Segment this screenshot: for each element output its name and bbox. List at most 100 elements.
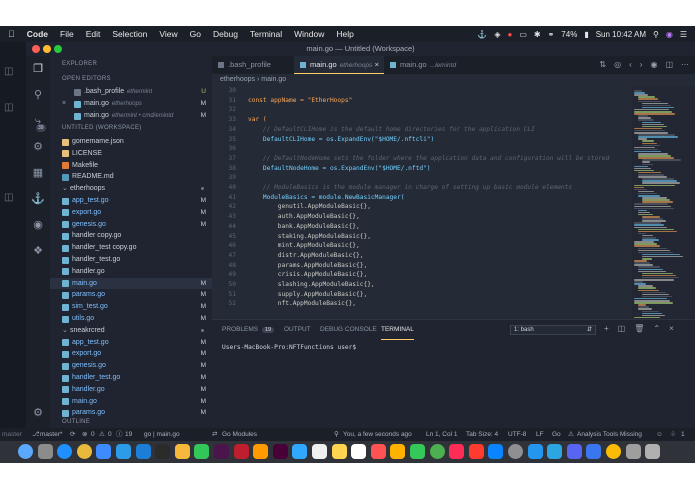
menu-selection[interactable]: Selection	[112, 29, 147, 39]
file-item[interactable]: genesis.go M	[50, 360, 212, 372]
minimap[interactable]	[632, 86, 695, 319]
terminal-prompt[interactable]: Users-MacBook-Pro:NFTFunctions user$	[222, 344, 356, 351]
tab-problems[interactable]: PROBLEMS 19	[222, 320, 275, 340]
tab-bash-profile[interactable]: .bash_profile	[212, 56, 294, 74]
menu-go[interactable]: Go	[190, 29, 201, 39]
dock-chrome-icon[interactable]	[76, 444, 92, 459]
next-change-icon[interactable]: ›	[640, 60, 643, 69]
apple-menu-icon[interactable]: 	[8, 29, 15, 39]
code-editor[interactable]: 30 31 const appName = "EtherHoops" 32 33 var …	[212, 86, 632, 319]
tab-debug-console[interactable]: DEBUG CONSOLE	[320, 320, 377, 340]
dock-slack-icon[interactable]	[214, 444, 229, 459]
dock-calendar-icon[interactable]	[370, 444, 386, 459]
git-blame[interactable]: You, a few seconds ago	[343, 428, 412, 441]
file-item[interactable]: handler copy.go	[50, 230, 212, 242]
go-modules[interactable]: Go Modules	[222, 428, 257, 441]
warnings-icon[interactable]: ⚠	[99, 428, 105, 441]
dock-preview-icon[interactable]	[625, 444, 641, 459]
tab-output[interactable]: OUTPUT	[284, 320, 311, 340]
end-of-line[interactable]: LF	[536, 428, 544, 441]
folder-etherhoops[interactable]: ⌄ etherhoops	[50, 183, 212, 195]
file-item[interactable]: app_test.go M	[50, 337, 212, 349]
battery-icon[interactable]: ▮	[584, 30, 588, 39]
file-item[interactable]: LICENSE	[50, 148, 212, 160]
dock-xd-icon[interactable]	[272, 444, 288, 459]
open-editor-item[interactable]: × main.go etherhoops M	[50, 98, 212, 110]
tab-main-go-etherhoops[interactable]: main.go etherhoops ×	[294, 56, 384, 74]
settings-gear-icon[interactable]: ⚙	[31, 406, 45, 420]
folder-sneakrcred[interactable]: ⌄ sneakrcred	[50, 325, 212, 337]
zoom-window-button[interactable]	[54, 45, 62, 53]
file-item[interactable]: main.go M	[50, 396, 212, 408]
git-branch[interactable]: master*	[40, 428, 62, 441]
outline-header[interactable]: OUTLINE	[62, 419, 90, 425]
explorer-icon[interactable]: ❐	[31, 62, 45, 76]
menu-help[interactable]: Help	[336, 29, 353, 39]
file-item[interactable]: genesis.go M	[50, 219, 212, 231]
errors-icon[interactable]: ⊗	[82, 428, 87, 441]
dock-chrome-canary-icon[interactable]	[606, 444, 621, 459]
git-branch-icon[interactable]: ⎇	[32, 428, 40, 441]
close-editor-icon[interactable]: ×	[62, 98, 66, 110]
dock-photos-icon[interactable]	[390, 444, 406, 459]
dock-vscode-icon[interactable]	[116, 444, 131, 459]
file-item[interactable]: Makefile	[50, 160, 212, 172]
file-item[interactable]: handler.go	[50, 266, 212, 278]
menu-code[interactable]: Code	[27, 29, 48, 39]
menu-window[interactable]: Window	[294, 29, 324, 39]
menu-terminal[interactable]: Terminal	[250, 29, 282, 39]
dock-discord-icon[interactable]	[566, 444, 582, 459]
dock-notes-icon[interactable]	[331, 444, 347, 459]
dock-maps-icon[interactable]	[429, 444, 445, 459]
battery-percent[interactable]: 74%	[561, 30, 577, 39]
wifi-icon[interactable]: ⚭	[548, 30, 555, 39]
menu-debug[interactable]: Debug	[213, 29, 238, 39]
notification-center-icon[interactable]: ☰	[680, 30, 687, 39]
open-editor-item[interactable]: .bash_profile ethermint U	[50, 86, 212, 98]
dock-system-prefs-icon[interactable]	[508, 444, 523, 459]
file-item[interactable]: sim_test.go M	[50, 301, 212, 313]
file-item[interactable]: params.go M	[50, 289, 212, 301]
warnings-count[interactable]: 0	[108, 428, 112, 441]
file-item[interactable]: export.go M	[50, 207, 212, 219]
file-item[interactable]: gomemame.json	[50, 136, 212, 148]
gitlens-icon[interactable]: ❖	[31, 244, 45, 258]
kill-terminal-icon[interactable]: 🗑	[634, 324, 644, 333]
minimize-window-button[interactable]	[43, 45, 51, 53]
dock-telegram-icon[interactable]	[547, 444, 563, 459]
file-item[interactable]: main.go M	[50, 277, 212, 290]
close-window-button[interactable]	[32, 45, 40, 53]
dropbox-icon[interactable]: ◈	[494, 30, 500, 39]
notifications-bell-icon[interactable]: ♧	[670, 428, 676, 441]
compare-icon[interactable]: ⇅	[599, 60, 606, 69]
dock-signal-icon[interactable]	[586, 444, 602, 459]
close-panel-icon[interactable]: ×	[669, 324, 674, 333]
go-path-indicator[interactable]: go | main.go	[144, 428, 180, 441]
more-actions-icon[interactable]: ⋯	[681, 60, 689, 69]
search-icon[interactable]: ⚲	[31, 88, 45, 102]
menu-file[interactable]: File	[60, 29, 74, 39]
timeline-icon[interactable]: ◉	[650, 60, 657, 69]
spotlight-icon[interactable]: ⚲	[653, 30, 659, 39]
dock-xcode-icon[interactable]	[135, 444, 151, 459]
terminal-select[interactable]: 1: bash ⇵	[510, 325, 596, 335]
file-item[interactable]: handler_test copy.go	[50, 242, 212, 254]
workspace-header[interactable]: UNTITLED (WORKSPACE)	[62, 125, 142, 131]
tab-main-go-emintd[interactable]: main.go ...lemintd	[384, 56, 474, 74]
dock-terminal-icon[interactable]	[155, 444, 171, 459]
menu-edit[interactable]: Edit	[86, 29, 101, 39]
sync-icon[interactable]: ⟳	[70, 428, 75, 441]
file-item[interactable]: handler_test.go	[50, 254, 212, 266]
new-terminal-icon[interactable]: +	[604, 324, 609, 333]
bluetooth-icon[interactable]: ✱	[534, 30, 541, 39]
dock-music-icon[interactable]	[449, 444, 465, 459]
file-item[interactable]: handler.go M	[50, 384, 212, 396]
encoding[interactable]: UTF-8	[508, 428, 526, 441]
close-tab-icon[interactable]: ×	[375, 56, 379, 74]
file-item[interactable]: README.md	[50, 171, 212, 183]
dock-safari-icon[interactable]	[57, 444, 73, 459]
extensions-icon[interactable]: ▦	[31, 166, 45, 180]
remote-icon[interactable]: ◉	[31, 218, 45, 232]
open-editors-header[interactable]: OPEN EDITORS	[62, 76, 111, 82]
dock-app-store-icon[interactable]	[488, 444, 504, 459]
